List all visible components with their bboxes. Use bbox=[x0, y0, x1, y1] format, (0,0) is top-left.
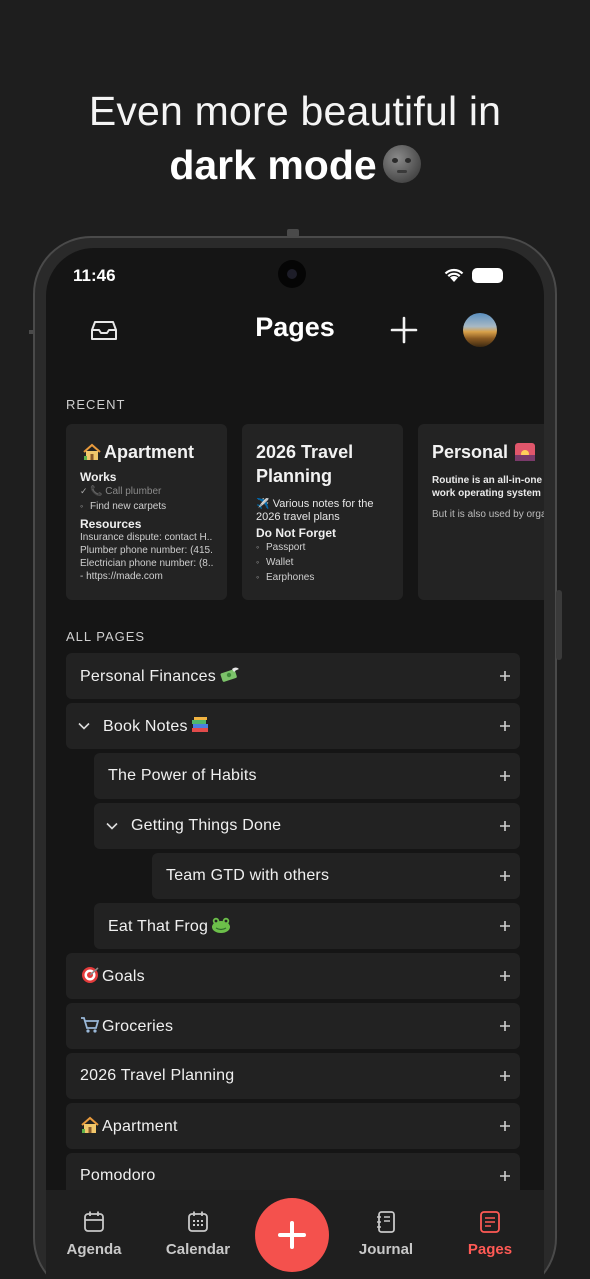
card-title-text: Apartment bbox=[104, 442, 195, 462]
frog-icon bbox=[212, 917, 231, 933]
create-fab-button[interactable] bbox=[255, 1198, 329, 1272]
nav-label: Journal bbox=[358, 1241, 414, 1258]
page-row-label: Personal Finances bbox=[80, 666, 242, 686]
phone-side-button bbox=[29, 330, 34, 334]
chevron-down-icon[interactable] bbox=[77, 719, 91, 733]
card-title: Apartment bbox=[80, 440, 213, 464]
card-title: Personal bbox=[432, 440, 544, 464]
phone-top-notch bbox=[287, 229, 299, 237]
pages-icon bbox=[480, 1211, 500, 1233]
page-row-label: Apartment bbox=[78, 1116, 178, 1136]
page-row-label: Groceries bbox=[78, 1016, 173, 1036]
bottom-navigation: Agenda Calendar Journal Pages bbox=[46, 1190, 544, 1279]
page-row-book-notes[interactable]: Book Notes bbox=[66, 703, 520, 749]
card-line: But it is also used by orga bbox=[432, 509, 544, 520]
page-row-team-gtd[interactable]: Team GTD with others bbox=[152, 853, 520, 899]
house-icon bbox=[83, 443, 101, 460]
add-subpage-icon[interactable] bbox=[497, 768, 513, 784]
add-subpage-icon[interactable] bbox=[497, 1118, 513, 1134]
page-row-apartment[interactable]: Apartment bbox=[66, 1103, 520, 1149]
add-subpage-icon[interactable] bbox=[497, 1168, 513, 1184]
status-time: 11:46 bbox=[73, 266, 116, 285]
card-line: Insurance dispute: contact H... bbox=[80, 532, 213, 543]
nav-pages[interactable]: Pages bbox=[450, 1210, 530, 1258]
card-line: Routine is an all-in-one work operating … bbox=[432, 475, 543, 499]
card-bullet: Wallet bbox=[256, 555, 389, 570]
card-heading: Works bbox=[80, 470, 117, 484]
add-subpage-icon[interactable] bbox=[497, 1068, 513, 1084]
add-subpage-icon[interactable] bbox=[497, 668, 513, 684]
card-heading: Resources bbox=[80, 517, 142, 531]
headline-line-2-wrap: dark mode bbox=[0, 138, 590, 202]
card-title: 2026 Travel Planning bbox=[256, 442, 354, 486]
headline-line-2: dark mode bbox=[169, 142, 377, 188]
page-row-label: The Power of Habits bbox=[108, 767, 257, 784]
avatar[interactable] bbox=[463, 313, 497, 347]
card-task: Find new carpets bbox=[80, 499, 213, 514]
add-subpage-icon[interactable] bbox=[497, 868, 513, 884]
add-page-button[interactable] bbox=[390, 316, 418, 344]
front-camera bbox=[278, 260, 306, 288]
card-title-text: Personal bbox=[432, 442, 509, 462]
card-bullet: Passport bbox=[256, 540, 389, 555]
page-row-label: Book Notes bbox=[103, 716, 212, 736]
direct-hit-icon bbox=[82, 967, 99, 983]
new-moon-face-icon bbox=[382, 145, 421, 183]
recent-cards-row[interactable]: Apartment Works 📞 Call plumber Find new … bbox=[66, 424, 544, 600]
page-row-travel-planning[interactable]: 2026 Travel Planning bbox=[66, 1053, 520, 1099]
wifi-icon bbox=[444, 268, 464, 282]
page-row-goals[interactable]: Goals bbox=[66, 953, 520, 999]
add-subpage-icon[interactable] bbox=[497, 918, 513, 934]
card-note: ✈️ Various notes for the 2026 travel pla… bbox=[256, 498, 374, 523]
page-row-power-of-habits[interactable]: The Power of Habits bbox=[94, 753, 520, 799]
chevron-down-icon[interactable] bbox=[105, 819, 119, 833]
phone-side-button-right bbox=[556, 590, 562, 660]
books-icon bbox=[191, 717, 208, 732]
shopping-cart-icon bbox=[81, 1017, 100, 1033]
nav-label: Pages bbox=[467, 1241, 513, 1258]
nav-label: Agenda bbox=[66, 1241, 122, 1258]
nav-label: Calendar bbox=[165, 1241, 231, 1258]
agenda-icon bbox=[84, 1211, 104, 1232]
add-subpage-icon[interactable] bbox=[497, 718, 513, 734]
calendar-icon bbox=[188, 1211, 208, 1232]
add-subpage-icon[interactable] bbox=[497, 818, 513, 834]
page-row-label: 2026 Travel Planning bbox=[80, 1067, 235, 1084]
nav-journal[interactable]: Journal bbox=[346, 1210, 426, 1258]
page-row-groceries[interactable]: Groceries bbox=[66, 1003, 520, 1049]
all-pages-section-label: ALL PAGES bbox=[66, 629, 146, 644]
money-with-wings-icon bbox=[220, 667, 239, 682]
headline-line-1: Even more beautiful in bbox=[88, 88, 502, 134]
page-row-label: Goals bbox=[78, 966, 145, 986]
page-row-getting-things-done[interactable]: Getting Things Done bbox=[94, 803, 520, 849]
page-row-label: Pomodoro bbox=[80, 1167, 156, 1184]
recent-card-personal[interactable]: Personal Routine is an all-in-one work o… bbox=[418, 424, 544, 600]
nav-agenda[interactable]: Agenda bbox=[54, 1210, 134, 1258]
page-row-personal-finances[interactable]: Personal Finances bbox=[66, 653, 520, 699]
page-row-label: Getting Things Done bbox=[131, 817, 282, 834]
page-row-label: Eat That Frog bbox=[108, 916, 234, 936]
recent-card-travel-planning[interactable]: 2026 Travel Planning ✈️ Various notes fo… bbox=[242, 424, 403, 600]
page-row-label: Team GTD with others bbox=[166, 867, 330, 884]
promo-headline: Even more beautiful in dark mode bbox=[0, 84, 590, 202]
sunset-icon bbox=[515, 443, 536, 461]
card-line: - https://made.com bbox=[80, 571, 163, 582]
nav-calendar[interactable]: Calendar bbox=[158, 1210, 238, 1258]
journal-icon bbox=[377, 1211, 395, 1233]
add-subpage-icon[interactable] bbox=[497, 1018, 513, 1034]
card-heading: Do Not Forget bbox=[256, 526, 336, 540]
battery-icon bbox=[472, 268, 503, 283]
card-bullet: Earphones bbox=[256, 570, 389, 585]
card-line: Electrician phone number: (8... bbox=[80, 558, 213, 569]
card-task: 📞 Call plumber bbox=[80, 484, 213, 499]
recent-card-apartment[interactable]: Apartment Works 📞 Call plumber Find new … bbox=[66, 424, 227, 600]
phone-screen: 11:46 Pages RECENT Apartment Works 📞 Cal bbox=[46, 248, 544, 1279]
card-line: Plumber phone number: (415... bbox=[80, 545, 213, 556]
recent-section-label: RECENT bbox=[66, 397, 126, 412]
page-row-eat-that-frog[interactable]: Eat That Frog bbox=[94, 903, 520, 949]
add-subpage-icon[interactable] bbox=[497, 968, 513, 984]
house-icon bbox=[81, 1116, 99, 1133]
